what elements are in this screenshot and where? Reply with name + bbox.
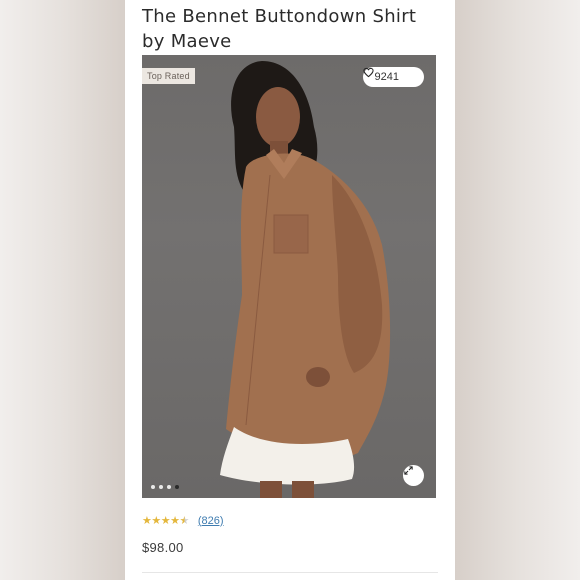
star-rating: ★ ★ ★ ★ ★ bbox=[142, 514, 189, 527]
expand-button[interactable] bbox=[403, 465, 424, 486]
top-rated-badge: Top Rated bbox=[142, 68, 195, 84]
reviews-link[interactable]: (826) bbox=[198, 515, 224, 527]
heart-icon bbox=[362, 67, 415, 83]
background-blur-right bbox=[455, 0, 580, 580]
gallery-dot[interactable] bbox=[151, 485, 155, 489]
half-star-icon: ★ bbox=[179, 515, 190, 527]
product-title: The Bennet Buttondown Shirt by Maeve bbox=[142, 6, 417, 52]
model-illustration bbox=[220, 61, 391, 498]
gallery-dot[interactable] bbox=[167, 485, 171, 489]
star-icon: ★ bbox=[170, 515, 180, 527]
divider bbox=[142, 572, 438, 573]
gallery-pagination[interactable] bbox=[151, 485, 179, 489]
star-icon: ★ bbox=[151, 515, 161, 527]
product-price: $98.00 bbox=[142, 540, 184, 555]
gallery-dot-active[interactable] bbox=[175, 485, 179, 489]
like-button[interactable]: 9241 bbox=[362, 67, 424, 87]
product-image[interactable]: Top Rated 9241 bbox=[142, 55, 436, 498]
rating-row: ★ ★ ★ ★ ★ (826) bbox=[142, 514, 224, 528]
background-blur-left bbox=[0, 0, 125, 580]
like-count: 9241 bbox=[374, 71, 399, 83]
gallery-dot[interactable] bbox=[159, 485, 163, 489]
star-icon: ★ bbox=[142, 515, 152, 527]
product-card: The Bennet Buttondown Shirt by Maeve Top… bbox=[125, 0, 455, 580]
star-icon: ★ bbox=[160, 515, 171, 527]
